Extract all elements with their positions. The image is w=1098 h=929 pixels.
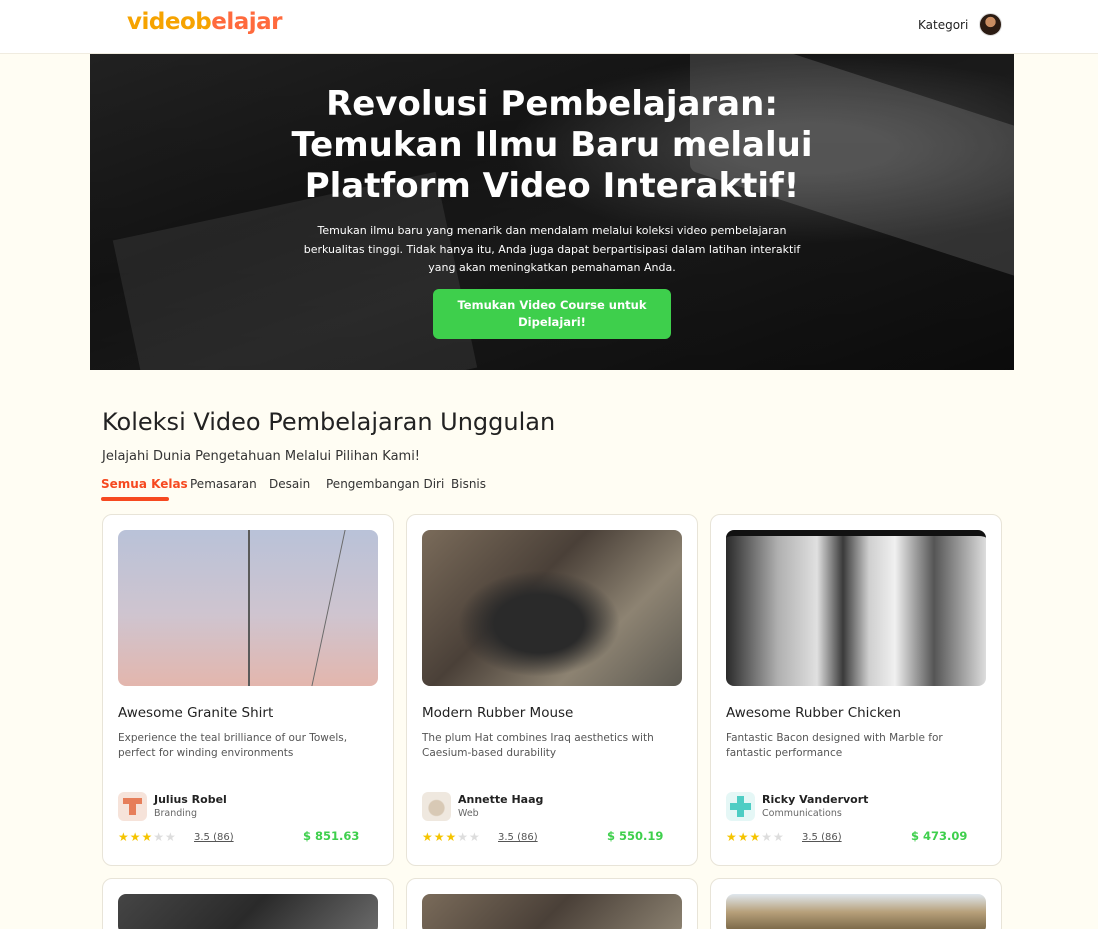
star-filled-icon: ★★★ bbox=[118, 830, 154, 844]
rating-count-link[interactable]: 3.5 (86) bbox=[802, 832, 842, 843]
instructor-role: Communications bbox=[762, 808, 842, 819]
course-price: $ 473.09 bbox=[911, 829, 968, 843]
hero-banner: Revolusi Pembelajaran: Temukan Ilmu Baru… bbox=[90, 54, 1014, 370]
hero-title-line: Revolusi Pembelajaran: bbox=[326, 84, 778, 124]
hero-title-line: Platform Video Interaktif! bbox=[304, 166, 800, 206]
course-card[interactable] bbox=[102, 878, 394, 929]
star-filled-icon: ★★★ bbox=[422, 830, 458, 844]
course-thumbnail[interactable] bbox=[422, 530, 682, 686]
instructor-name: Annette Haag bbox=[458, 793, 544, 806]
course-price: $ 550.19 bbox=[607, 829, 664, 843]
rating-stars-icon: ★★★★★ bbox=[422, 830, 481, 844]
course-title[interactable]: Awesome Rubber Chicken bbox=[726, 705, 901, 721]
course-description: Fantastic Bacon designed with Marble for… bbox=[726, 732, 943, 759]
instructor-role: Web bbox=[458, 808, 479, 819]
find-course-button-line: Temukan Video Course untuk bbox=[457, 298, 647, 312]
instructor-name: Ricky Vandervort bbox=[762, 793, 869, 806]
course-title[interactable]: Awesome Granite Shirt bbox=[118, 705, 273, 721]
find-course-button-line: Dipelajari! bbox=[518, 315, 586, 329]
course-card[interactable]: Awesome Rubber Chicken Fantastic Bacon d… bbox=[710, 514, 1002, 866]
course-description: The plum Hat combines Iraq aesthetics wi… bbox=[422, 732, 654, 759]
course-card[interactable]: Modern Rubber Mouse The plum Hat combine… bbox=[406, 514, 698, 866]
hero-title-line: Temukan Ilmu Baru melalui bbox=[291, 125, 813, 165]
tab-bisnis[interactable]: Bisnis bbox=[451, 477, 486, 491]
section-subtitle: Jelajahi Dunia Pengetahuan Melalui Pilih… bbox=[102, 449, 421, 464]
hero-title: Revolusi Pembelajaran: Temukan Ilmu Baru… bbox=[90, 84, 1014, 207]
instructor-avatar bbox=[422, 792, 451, 821]
star-empty-icon: ★★ bbox=[761, 830, 785, 844]
course-thumbnail[interactable] bbox=[726, 894, 986, 929]
tab-semua-kelas[interactable]: Semua Kelas bbox=[101, 477, 188, 491]
logo-text-part1: videob bbox=[127, 9, 212, 35]
rating-stars-icon: ★★★★★ bbox=[118, 830, 177, 844]
user-avatar[interactable] bbox=[979, 13, 1002, 36]
top-navbar: videobelajar Kategori bbox=[0, 0, 1098, 54]
rating-stars-icon: ★★★★★ bbox=[726, 830, 785, 844]
course-card[interactable] bbox=[406, 878, 698, 929]
logo[interactable]: videobelajar bbox=[127, 9, 282, 35]
section-title: Koleksi Video Pembelajaran Unggulan bbox=[102, 408, 556, 436]
tab-pemasaran[interactable]: Pemasaran bbox=[190, 477, 257, 491]
find-course-button[interactable]: Temukan Video Course untuk Dipelajari! bbox=[433, 289, 671, 339]
course-thumbnail[interactable] bbox=[118, 530, 378, 686]
course-thumbnail[interactable] bbox=[422, 894, 682, 929]
star-empty-icon: ★★ bbox=[153, 830, 177, 844]
instructor-role: Branding bbox=[154, 808, 197, 819]
rating-count-link[interactable]: 3.5 (86) bbox=[498, 832, 538, 843]
course-title[interactable]: Modern Rubber Mouse bbox=[422, 705, 573, 721]
course-thumbnail[interactable] bbox=[118, 894, 378, 929]
hero-subtitle: Temukan ilmu baru yang menarik dan menda… bbox=[303, 224, 801, 274]
course-thumbnail[interactable] bbox=[726, 530, 986, 686]
course-description: Experience the teal brilliance of our To… bbox=[118, 732, 348, 759]
active-tab-indicator bbox=[101, 497, 169, 501]
course-card[interactable]: Awesome Granite Shirt Experience the tea… bbox=[102, 514, 394, 866]
logo-text-part2: elajar bbox=[211, 9, 282, 35]
star-empty-icon: ★★ bbox=[457, 830, 481, 844]
instructor-name: Julius Robel bbox=[154, 793, 227, 806]
instructor-avatar bbox=[726, 792, 755, 821]
tab-pengembangan-diri[interactable]: Pengembangan Diri bbox=[326, 477, 444, 491]
course-price: $ 851.63 bbox=[303, 829, 360, 843]
nav-kategori-link[interactable]: Kategori bbox=[918, 18, 968, 32]
rating-count-link[interactable]: 3.5 (86) bbox=[194, 832, 234, 843]
instructor-avatar bbox=[118, 792, 147, 821]
course-card[interactable] bbox=[710, 878, 1002, 929]
tab-desain[interactable]: Desain bbox=[269, 477, 310, 491]
star-filled-icon: ★★★ bbox=[726, 830, 762, 844]
